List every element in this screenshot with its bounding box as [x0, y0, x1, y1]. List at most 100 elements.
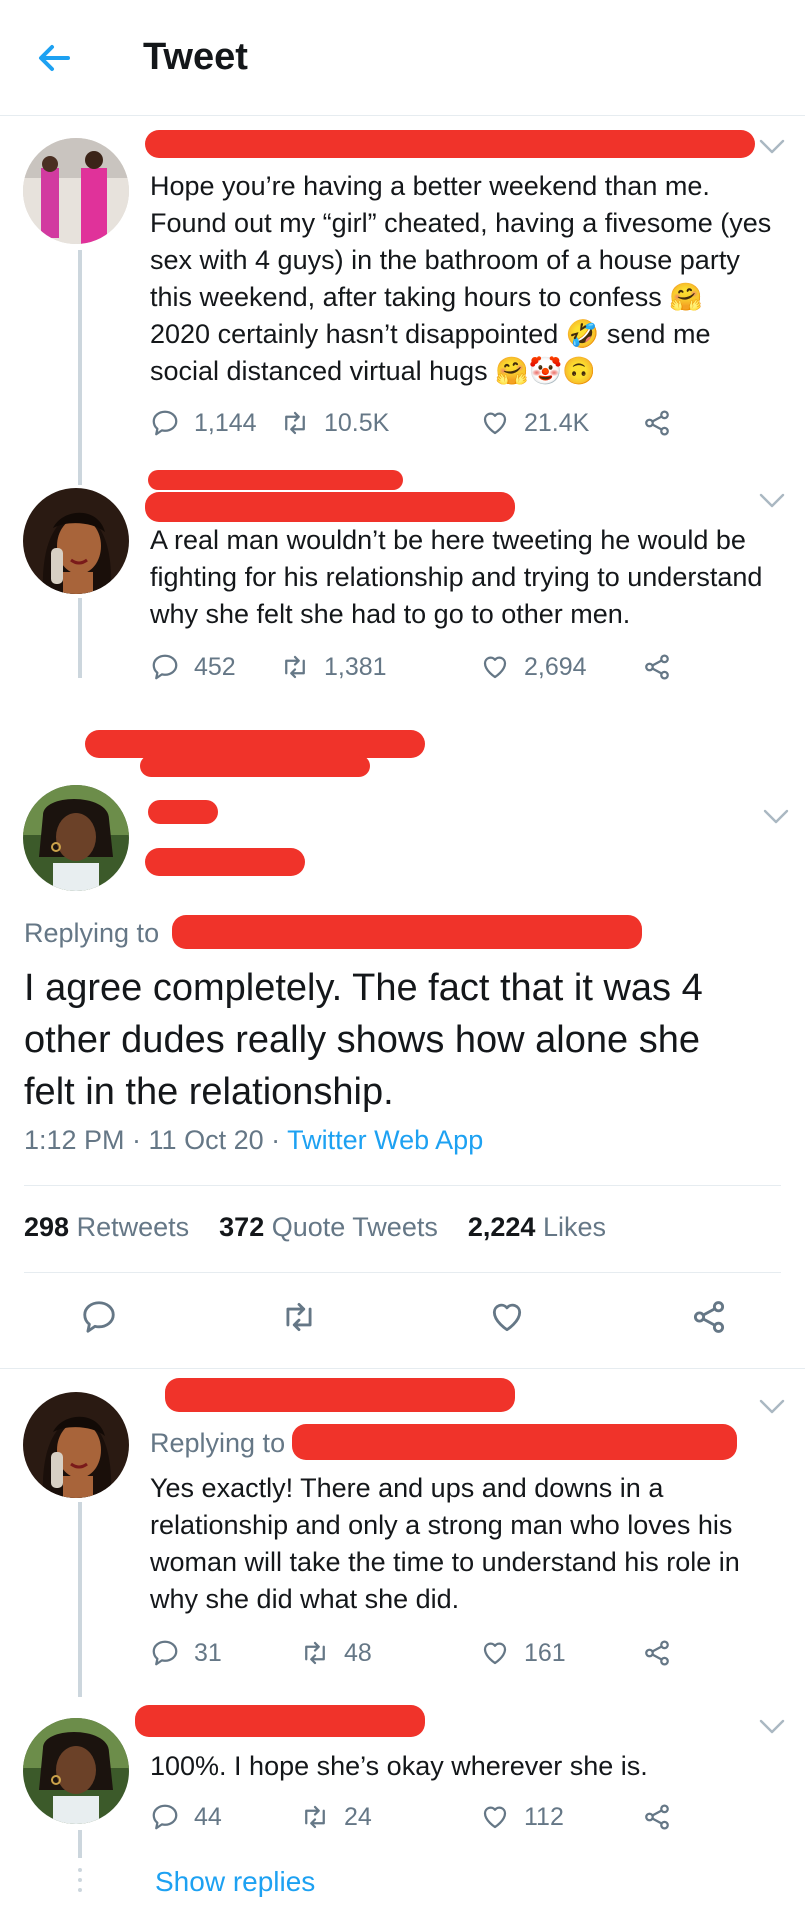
like-count: 161 [524, 1638, 566, 1667]
likes-stat[interactable]: 2,224 Likes [468, 1212, 606, 1242]
avatar-photo [23, 1718, 129, 1824]
reply-icon [150, 1802, 180, 1832]
show-replies-link[interactable]: Show replies [155, 1866, 315, 1898]
thread-line [78, 1830, 82, 1858]
heart-icon[interactable] [488, 1298, 526, 1336]
thread-dots [76, 1868, 84, 1898]
tweet-text-line: Found out my “girl” cheated, having a fi… [150, 208, 772, 238]
tweet-timestamp: 1:12 PM · 11 Oct 20 · Twitter Web App [24, 1125, 483, 1156]
share-button[interactable] [642, 1802, 672, 1832]
retweet-count: 24 [344, 1802, 372, 1831]
redacted-mention [292, 1424, 737, 1460]
avatar-cartoon [23, 1392, 129, 1498]
heart-icon [480, 1638, 510, 1668]
source-app-link[interactable]: Twitter Web App [287, 1125, 483, 1155]
share-icon [642, 1638, 672, 1668]
reply-icon [150, 1638, 180, 1668]
tweet-text-line: Yes exactly! There and ups and downs in … [150, 1473, 664, 1503]
retweet-icon [300, 1638, 330, 1668]
reply-button[interactable]: 31 [150, 1638, 222, 1668]
like-button[interactable]: 21.4K [480, 408, 589, 438]
top-app-bar: Tweet [0, 0, 805, 116]
divider [0, 1368, 805, 1369]
avatar[interactable] [23, 488, 129, 594]
thread-line [78, 598, 82, 678]
tweet-text-line: Hope you’re having a better weekend than… [150, 171, 710, 201]
chevron-down-icon[interactable] [758, 1718, 786, 1736]
redacted-username [148, 470, 403, 490]
tweet-text-line: A real man wouldn’t be here tweeting he … [150, 525, 746, 555]
retweet-count: 10.5K [324, 408, 390, 437]
redacted-username [165, 1378, 515, 1412]
retweet-button[interactable]: 48 [300, 1638, 372, 1668]
timestamp-text: 1:12 PM · 11 Oct 20 · [24, 1125, 288, 1155]
retweets-stat[interactable]: 298 Retweets [24, 1212, 189, 1242]
redacted-text [85, 730, 425, 758]
tweet-text-line: why she did what she did. [150, 1584, 460, 1614]
avatar-photo [23, 785, 129, 891]
share-button[interactable] [642, 652, 672, 682]
share-icon [642, 652, 672, 682]
tweet-actions: 452 1,381 2,694 [150, 652, 710, 692]
reply-count: 452 [194, 652, 236, 681]
heart-icon [480, 408, 510, 438]
tweet-actions: 1,144 10.5K 21.4K [150, 408, 710, 448]
chevron-down-icon[interactable] [758, 492, 786, 510]
redacted-mention [172, 915, 642, 949]
share-button[interactable] [642, 1638, 672, 1668]
reply-button[interactable]: 1,144 [150, 408, 257, 438]
avatar[interactable] [23, 1392, 129, 1498]
retweet-icon[interactable] [280, 1298, 318, 1336]
retweets-count: 298 [24, 1212, 70, 1242]
page-title: Tweet [143, 36, 248, 78]
chevron-down-icon[interactable] [758, 138, 786, 156]
engagement-stats: 298 Retweets 372 Quote Tweets 2,224 Like… [24, 1212, 606, 1243]
tweet-text-line: fighting for his relationship and trying… [150, 562, 763, 592]
likes-count: 2,224 [467, 1212, 536, 1242]
heart-icon [480, 1802, 510, 1832]
redacted-username [135, 1705, 425, 1737]
redacted-handle [145, 848, 305, 876]
chevron-down-icon[interactable] [758, 1398, 786, 1416]
back-arrow-icon[interactable] [34, 38, 74, 78]
divider [24, 1185, 781, 1186]
heart-icon [480, 652, 510, 682]
share-icon[interactable] [690, 1298, 728, 1336]
tweet-text-line: 2020 certainly hasn’t disappointed 🤣 sen… [150, 319, 711, 349]
tweet-text-line: why she felt she had to go to other men. [150, 599, 631, 629]
tweet-text-line: I agree completely. The fact that it was… [24, 967, 703, 1009]
like-button[interactable]: 161 [480, 1638, 566, 1668]
replying-to-label: Replying to [150, 1428, 286, 1458]
reply-icon [150, 652, 180, 682]
share-icon [642, 1802, 672, 1832]
avatar[interactable] [23, 138, 129, 244]
like-count: 112 [524, 1802, 564, 1831]
retweet-button[interactable]: 1,381 [280, 652, 387, 682]
share-button[interactable] [642, 408, 672, 438]
chevron-down-icon[interactable] [762, 808, 790, 826]
retweet-count: 1,381 [324, 652, 387, 681]
replying-to-label: Replying to [24, 918, 160, 948]
retweet-button[interactable]: 24 [300, 1802, 372, 1832]
share-icon [642, 408, 672, 438]
tweet-text-line: relationship and only a strong man who l… [150, 1510, 733, 1540]
like-button[interactable]: 112 [480, 1802, 564, 1832]
redacted-text [140, 755, 370, 777]
quote-tweets-stat[interactable]: 372 Quote Tweets [219, 1212, 438, 1242]
like-count: 21.4K [524, 408, 590, 437]
reply-icon[interactable] [80, 1298, 118, 1336]
reply-button[interactable]: 452 [150, 652, 236, 682]
like-button[interactable]: 2,694 [480, 652, 587, 682]
avatar-cartoon [23, 488, 129, 594]
reply-count: 44 [194, 1802, 222, 1831]
tweet-actions: 31 48 161 [150, 1638, 710, 1678]
avatar[interactable] [23, 785, 129, 891]
tweet-text-line: woman will take the time to understand h… [150, 1547, 740, 1577]
reply-button[interactable]: 44 [150, 1802, 222, 1832]
redacted-username [145, 130, 755, 158]
avatar[interactable] [23, 1718, 129, 1824]
tweet-actions: 44 24 112 [150, 1802, 710, 1842]
retweet-button[interactable]: 10.5K [280, 408, 389, 438]
avatar-photo [23, 138, 129, 244]
tweet-text-line: this weekend, after taking hours to conf… [150, 282, 703, 312]
